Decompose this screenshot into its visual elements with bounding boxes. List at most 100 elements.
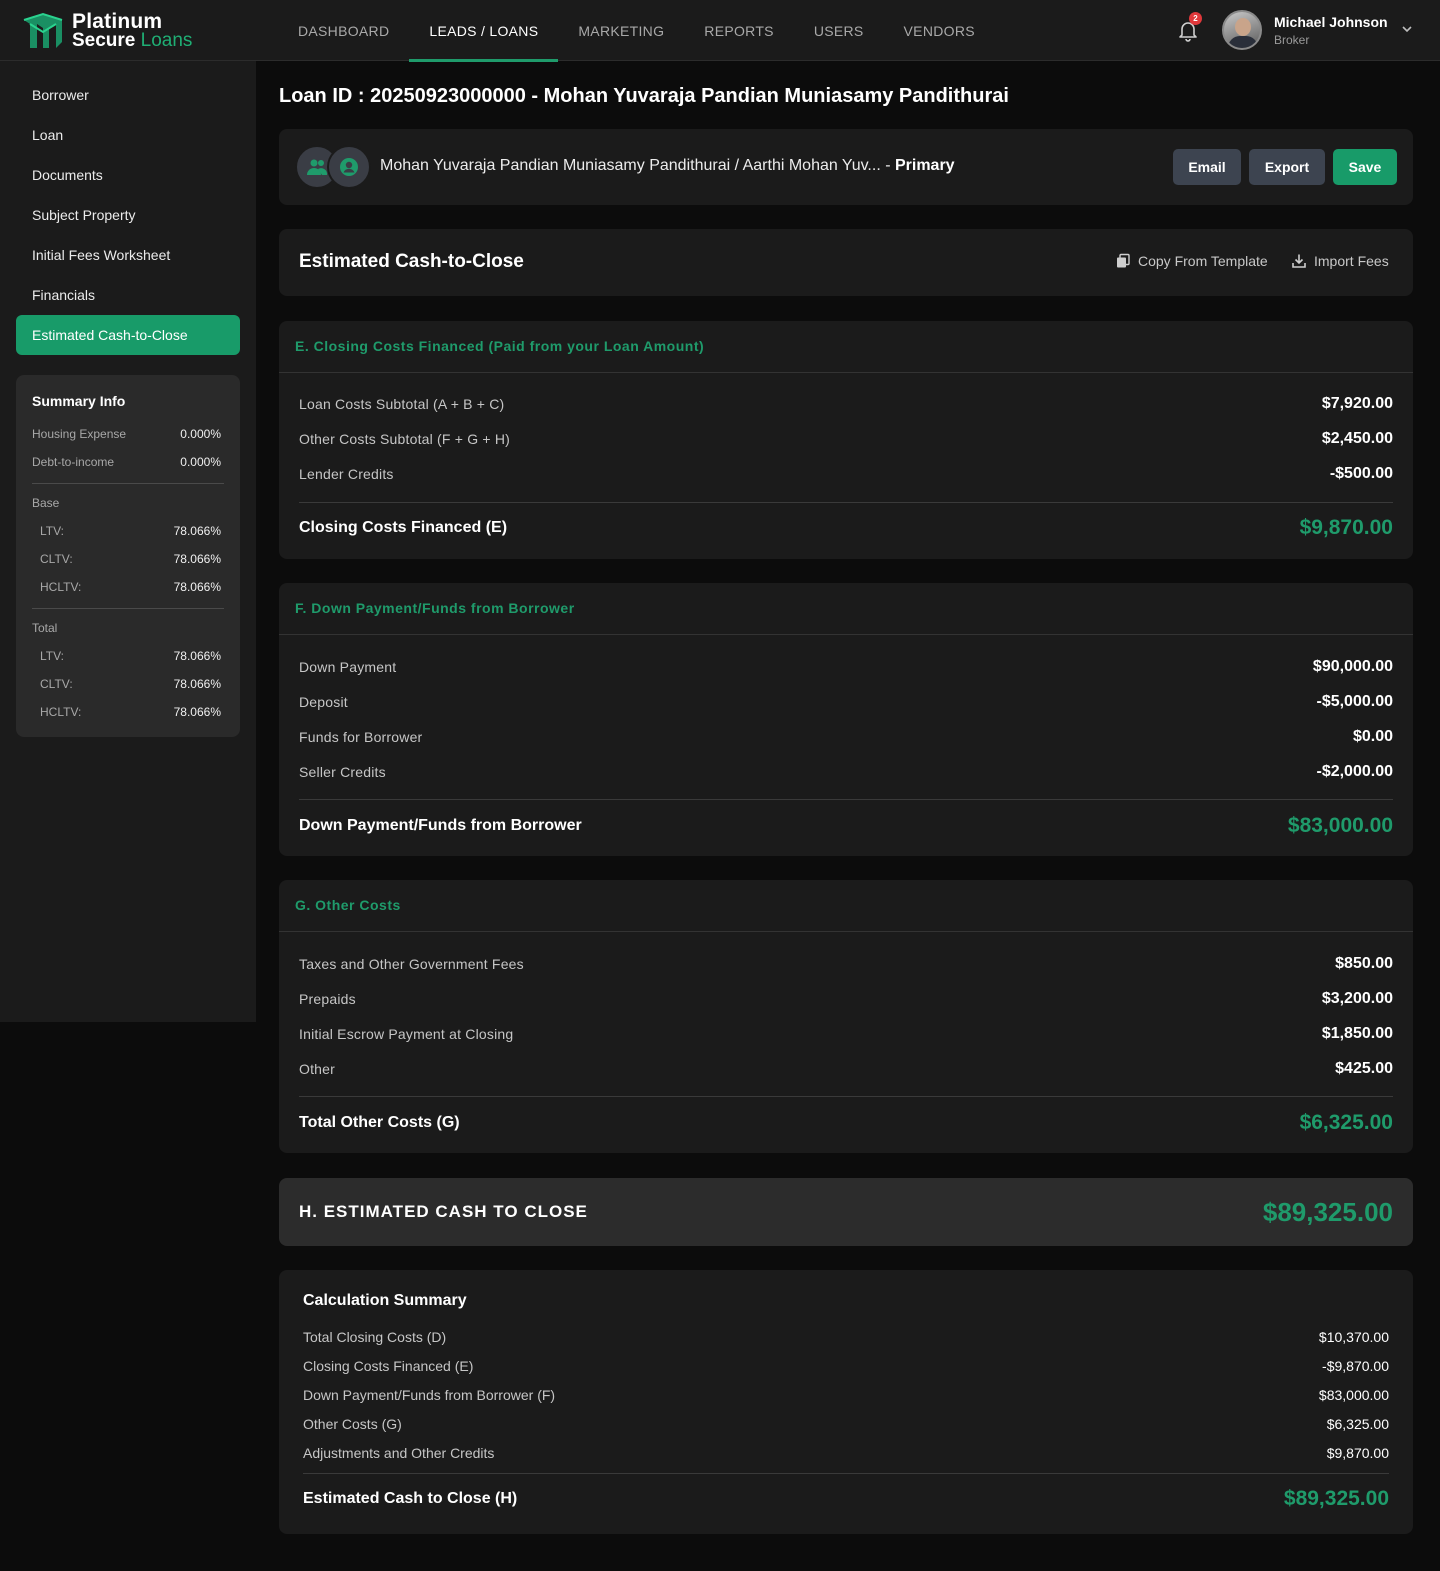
summary-total-ltv: LTV: 78.066% — [32, 649, 221, 663]
summary-label: LTV: — [40, 649, 65, 663]
section-f-card: F. Down Payment/Funds from Borrower Down… — [279, 583, 1413, 856]
fee-label: Deposit — [299, 694, 348, 710]
calc-row: Total Closing Costs (D) $10,370.00 — [303, 1329, 1389, 1345]
summary-label: Debt-to-income — [32, 455, 115, 469]
copy-from-template-button[interactable]: Copy From Template — [1115, 253, 1268, 269]
export-button[interactable]: Export — [1249, 149, 1325, 185]
summary-value: 78.066% — [173, 552, 221, 566]
nav-vendors[interactable]: VENDORS — [884, 0, 995, 61]
import-fees-button[interactable]: Import Fees — [1291, 253, 1389, 269]
fee-row: Loan Costs Subtotal (A + B + C) $7,920.0… — [299, 395, 1393, 413]
user-menu[interactable]: Michael Johnson Broker — [1222, 10, 1388, 50]
nav-reports[interactable]: REPORTS — [684, 0, 794, 61]
calc-row: Closing Costs Financed (E) -$9,870.00 — [303, 1358, 1389, 1374]
notification-bell-button[interactable]: 2 — [1176, 12, 1202, 42]
sidebar-item-subject-property[interactable]: Subject Property — [16, 195, 240, 235]
brand-name-line2: Secure Loans — [72, 31, 192, 50]
sidebar-item-estimated-cash-to-close[interactable]: Estimated Cash-to-Close — [16, 315, 240, 355]
fee-amount: $425.00 — [1335, 1060, 1393, 1077]
section-total-row: Closing Costs Financed (E) $9,870.00 — [299, 516, 1393, 540]
sidebar-item-initial-fees-worksheet[interactable]: Initial Fees Worksheet — [16, 235, 240, 275]
summary-label: Housing Expense — [32, 427, 127, 441]
summary-value: 78.066% — [173, 705, 221, 719]
summary-label: LTV: — [40, 524, 65, 538]
borrower-bar: Mohan Yuvaraja Pandian Muniasamy Pandith… — [279, 129, 1413, 205]
calc-label: Total Closing Costs (D) — [303, 1329, 447, 1345]
calc-label: Other Costs (G) — [303, 1416, 402, 1432]
chevron-down-icon[interactable] — [1400, 22, 1414, 36]
sidebar-item-documents[interactable]: Documents — [16, 155, 240, 195]
nav-users[interactable]: USERS — [794, 0, 884, 61]
nav-leads-loans[interactable]: LEADS / LOANS — [409, 0, 559, 62]
main-nav: DASHBOARD LEADS / LOANS MARKETING REPORT… — [278, 0, 995, 62]
summary-total-cltv: CLTV: 78.066% — [32, 677, 221, 691]
page-title: Loan ID : 20250923000000 - Mohan Yuvaraj… — [279, 85, 1009, 107]
fee-row: Down Payment $90,000.00 — [299, 658, 1393, 676]
summary-value: 78.066% — [173, 649, 221, 663]
sidebar-item-financials[interactable]: Financials — [16, 275, 240, 315]
section-e-card: E. Closing Costs Financed (Paid from you… — [279, 321, 1413, 559]
summary-label: CLTV: — [40, 552, 73, 566]
fee-amount: -$5,000.00 — [1316, 693, 1393, 710]
top-navbar: Platinum Secure Loans DASHBOARD LEADS / … — [0, 0, 1440, 62]
fee-label: Loan Costs Subtotal (A + B + C) — [299, 396, 505, 412]
fee-row: Deposit -$5,000.00 — [299, 693, 1393, 711]
fee-amount: $7,920.00 — [1321, 395, 1393, 412]
summary-base-ltv: LTV: 78.066% — [32, 524, 221, 538]
fee-label: Lender Credits — [299, 466, 394, 482]
fee-row: Prepaids $3,200.00 — [299, 990, 1393, 1008]
summary-value: 0.000% — [180, 455, 221, 469]
user-circle-icon — [327, 145, 371, 189]
calc-amount: $6,325.00 — [1326, 1416, 1389, 1432]
summary-group-base: Base — [32, 496, 60, 510]
calc-label: Adjustments and Other Credits — [303, 1445, 495, 1461]
calculation-summary-card: Calculation Summary Total Closing Costs … — [279, 1270, 1413, 1534]
nav-dashboard[interactable]: DASHBOARD — [278, 0, 409, 61]
fee-row: Funds for Borrower $0.00 — [299, 728, 1393, 746]
user-role: Broker — [1274, 32, 1310, 47]
fee-label: Down Payment — [299, 659, 397, 675]
section-heading: G. Other Costs — [295, 897, 401, 913]
fee-label: Initial Escrow Payment at Closing — [299, 1026, 514, 1042]
banner-amount: $89,325.00 — [1262, 1197, 1393, 1227]
summary-label: HCLTV: — [40, 580, 82, 594]
summary-group-total: Total — [32, 621, 58, 635]
summary-value: 0.000% — [180, 427, 221, 441]
summary-base-hcltv: HCLTV: 78.066% — [32, 580, 221, 594]
save-button[interactable]: Save — [1333, 149, 1397, 185]
brand-logo[interactable]: Platinum Secure Loans — [22, 11, 192, 50]
borrower-avatars — [295, 145, 371, 189]
calc-label: Down Payment/Funds from Borrower (F) — [303, 1387, 556, 1403]
calc-amount: $10,370.00 — [1318, 1329, 1389, 1345]
sidebar-item-borrower[interactable]: Borrower — [16, 75, 240, 115]
logo-icon — [23, 12, 63, 48]
divider — [32, 483, 224, 484]
calc-row: Adjustments and Other Credits $9,870.00 — [303, 1445, 1389, 1461]
ectc-header-card: Estimated Cash-to-Close Copy From Templa… — [279, 229, 1413, 296]
avatar — [1222, 10, 1262, 50]
calc-row: Down Payment/Funds from Borrower (F) $83… — [303, 1387, 1389, 1403]
section-total-row: Down Payment/Funds from Borrower $83,000… — [299, 814, 1393, 838]
fee-amount: $3,200.00 — [1321, 990, 1393, 1007]
calc-row: Other Costs (G) $6,325.00 — [303, 1416, 1389, 1432]
copy-icon — [1117, 253, 1130, 268]
fee-row: Seller Credits -$2,000.00 — [299, 763, 1393, 781]
copy-from-template-label: Copy From Template — [1138, 253, 1268, 269]
brand-word-secure: Secure — [72, 30, 136, 51]
borrower-names-text: Mohan Yuvaraja Pandian Muniasamy Pandith… — [380, 157, 895, 174]
fee-row: Taxes and Other Government Fees $850.00 — [299, 955, 1393, 973]
sidebar-item-loan[interactable]: Loan — [16, 115, 240, 155]
fee-label: Prepaids — [299, 991, 356, 1007]
primary-tag: Primary — [894, 157, 955, 174]
fee-label: Seller Credits — [299, 764, 386, 780]
fee-label: Other — [299, 1061, 336, 1077]
divider — [279, 372, 1413, 373]
divider — [303, 1473, 1389, 1474]
fee-amount: -$500.00 — [1329, 465, 1393, 482]
nav-marketing[interactable]: MARKETING — [558, 0, 684, 61]
summary-title: Summary Info — [32, 393, 126, 409]
summary-info-panel: Summary Info Housing Expense 0.000% Debt… — [16, 375, 240, 737]
email-button[interactable]: Email — [1173, 149, 1241, 185]
divider — [299, 502, 1393, 503]
divider — [279, 634, 1413, 635]
